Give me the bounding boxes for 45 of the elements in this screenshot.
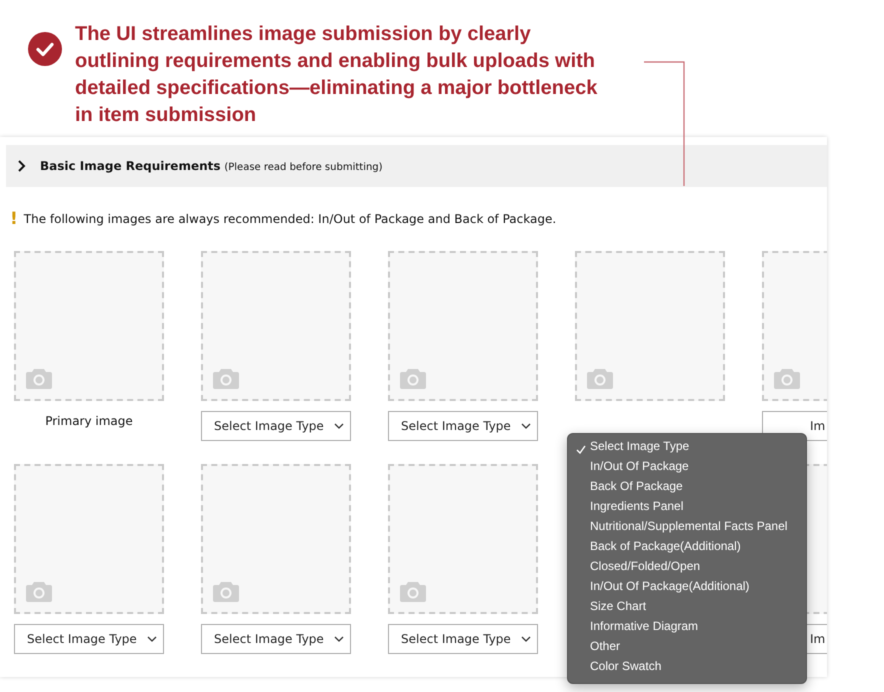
menu-item[interactable]: Color Swatch (568, 659, 806, 679)
menu-item[interactable]: Size Chart (568, 599, 806, 619)
caret-icon (521, 423, 531, 429)
camera-icon[interactable] (213, 367, 239, 389)
requirements-header[interactable]: Basic Image Requirements (Please read before submitting) (6, 145, 827, 187)
image-type-select[interactable]: Select Image Type (201, 624, 351, 654)
camera-icon[interactable] (400, 367, 426, 389)
image-type-select[interactable]: Select Image Type (388, 624, 538, 654)
warning-icon: ! (10, 209, 18, 229)
image-drop-zone[interactable] (14, 464, 164, 614)
image-drop-zone[interactable] (575, 251, 725, 401)
menu-item[interactable]: Nutritional/Supplemental Facts Panel (568, 519, 806, 539)
menu-item[interactable]: In/Out Of Package(Additional) (568, 579, 806, 599)
menu-item[interactable]: Informative Diagram (568, 619, 806, 639)
check-icon (28, 32, 62, 66)
menu-item[interactable]: Back of Package(Additional) (568, 539, 806, 559)
caret-icon (334, 636, 344, 642)
camera-icon[interactable] (26, 580, 52, 602)
menu-item[interactable]: In/Out Of Package (568, 459, 806, 479)
camera-icon[interactable] (213, 580, 239, 602)
camera-icon[interactable] (774, 367, 800, 389)
chevron-icon (16, 160, 28, 172)
camera-icon[interactable] (587, 367, 613, 389)
caret-icon (521, 636, 531, 642)
menu-item[interactable]: Back Of Package (568, 479, 806, 499)
menu-item[interactable]: Other (568, 639, 806, 659)
camera-icon[interactable] (400, 580, 426, 602)
image-type-select[interactable]: Select Image Type (388, 411, 538, 441)
image-type-select[interactable]: Select Image Type (201, 411, 351, 441)
primary-image-label: Primary image (44, 413, 134, 430)
warning-text: The following images are always recommended: In/Out of Package and Back of Package. (24, 212, 556, 226)
image-drop-zone[interactable] (14, 251, 164, 401)
image-drop-zone[interactable] (388, 251, 538, 401)
image-drop-zone[interactable] (388, 464, 538, 614)
menu-item[interactable]: Select Image Type (568, 439, 806, 459)
caret-icon (147, 636, 157, 642)
caret-icon (334, 423, 344, 429)
requirements-title: Basic Image Requirements (Please read before submitting) (40, 159, 383, 173)
image-type-select[interactable]: Select Image Type (14, 624, 164, 654)
callout-text: The UI streamlines image submission by clearly outlining requirements and enabling bulk uploads with detailed specifications—eliminating a major bottleneck in item submission (75, 22, 598, 128)
camera-icon[interactable] (26, 367, 52, 389)
image-drop-zone[interactable] (201, 251, 351, 401)
menu-item[interactable]: Closed/Folded/Open (568, 559, 806, 579)
image-drop-zone[interactable] (201, 464, 351, 614)
menu-item[interactable]: Ingredients Panel (568, 499, 806, 519)
